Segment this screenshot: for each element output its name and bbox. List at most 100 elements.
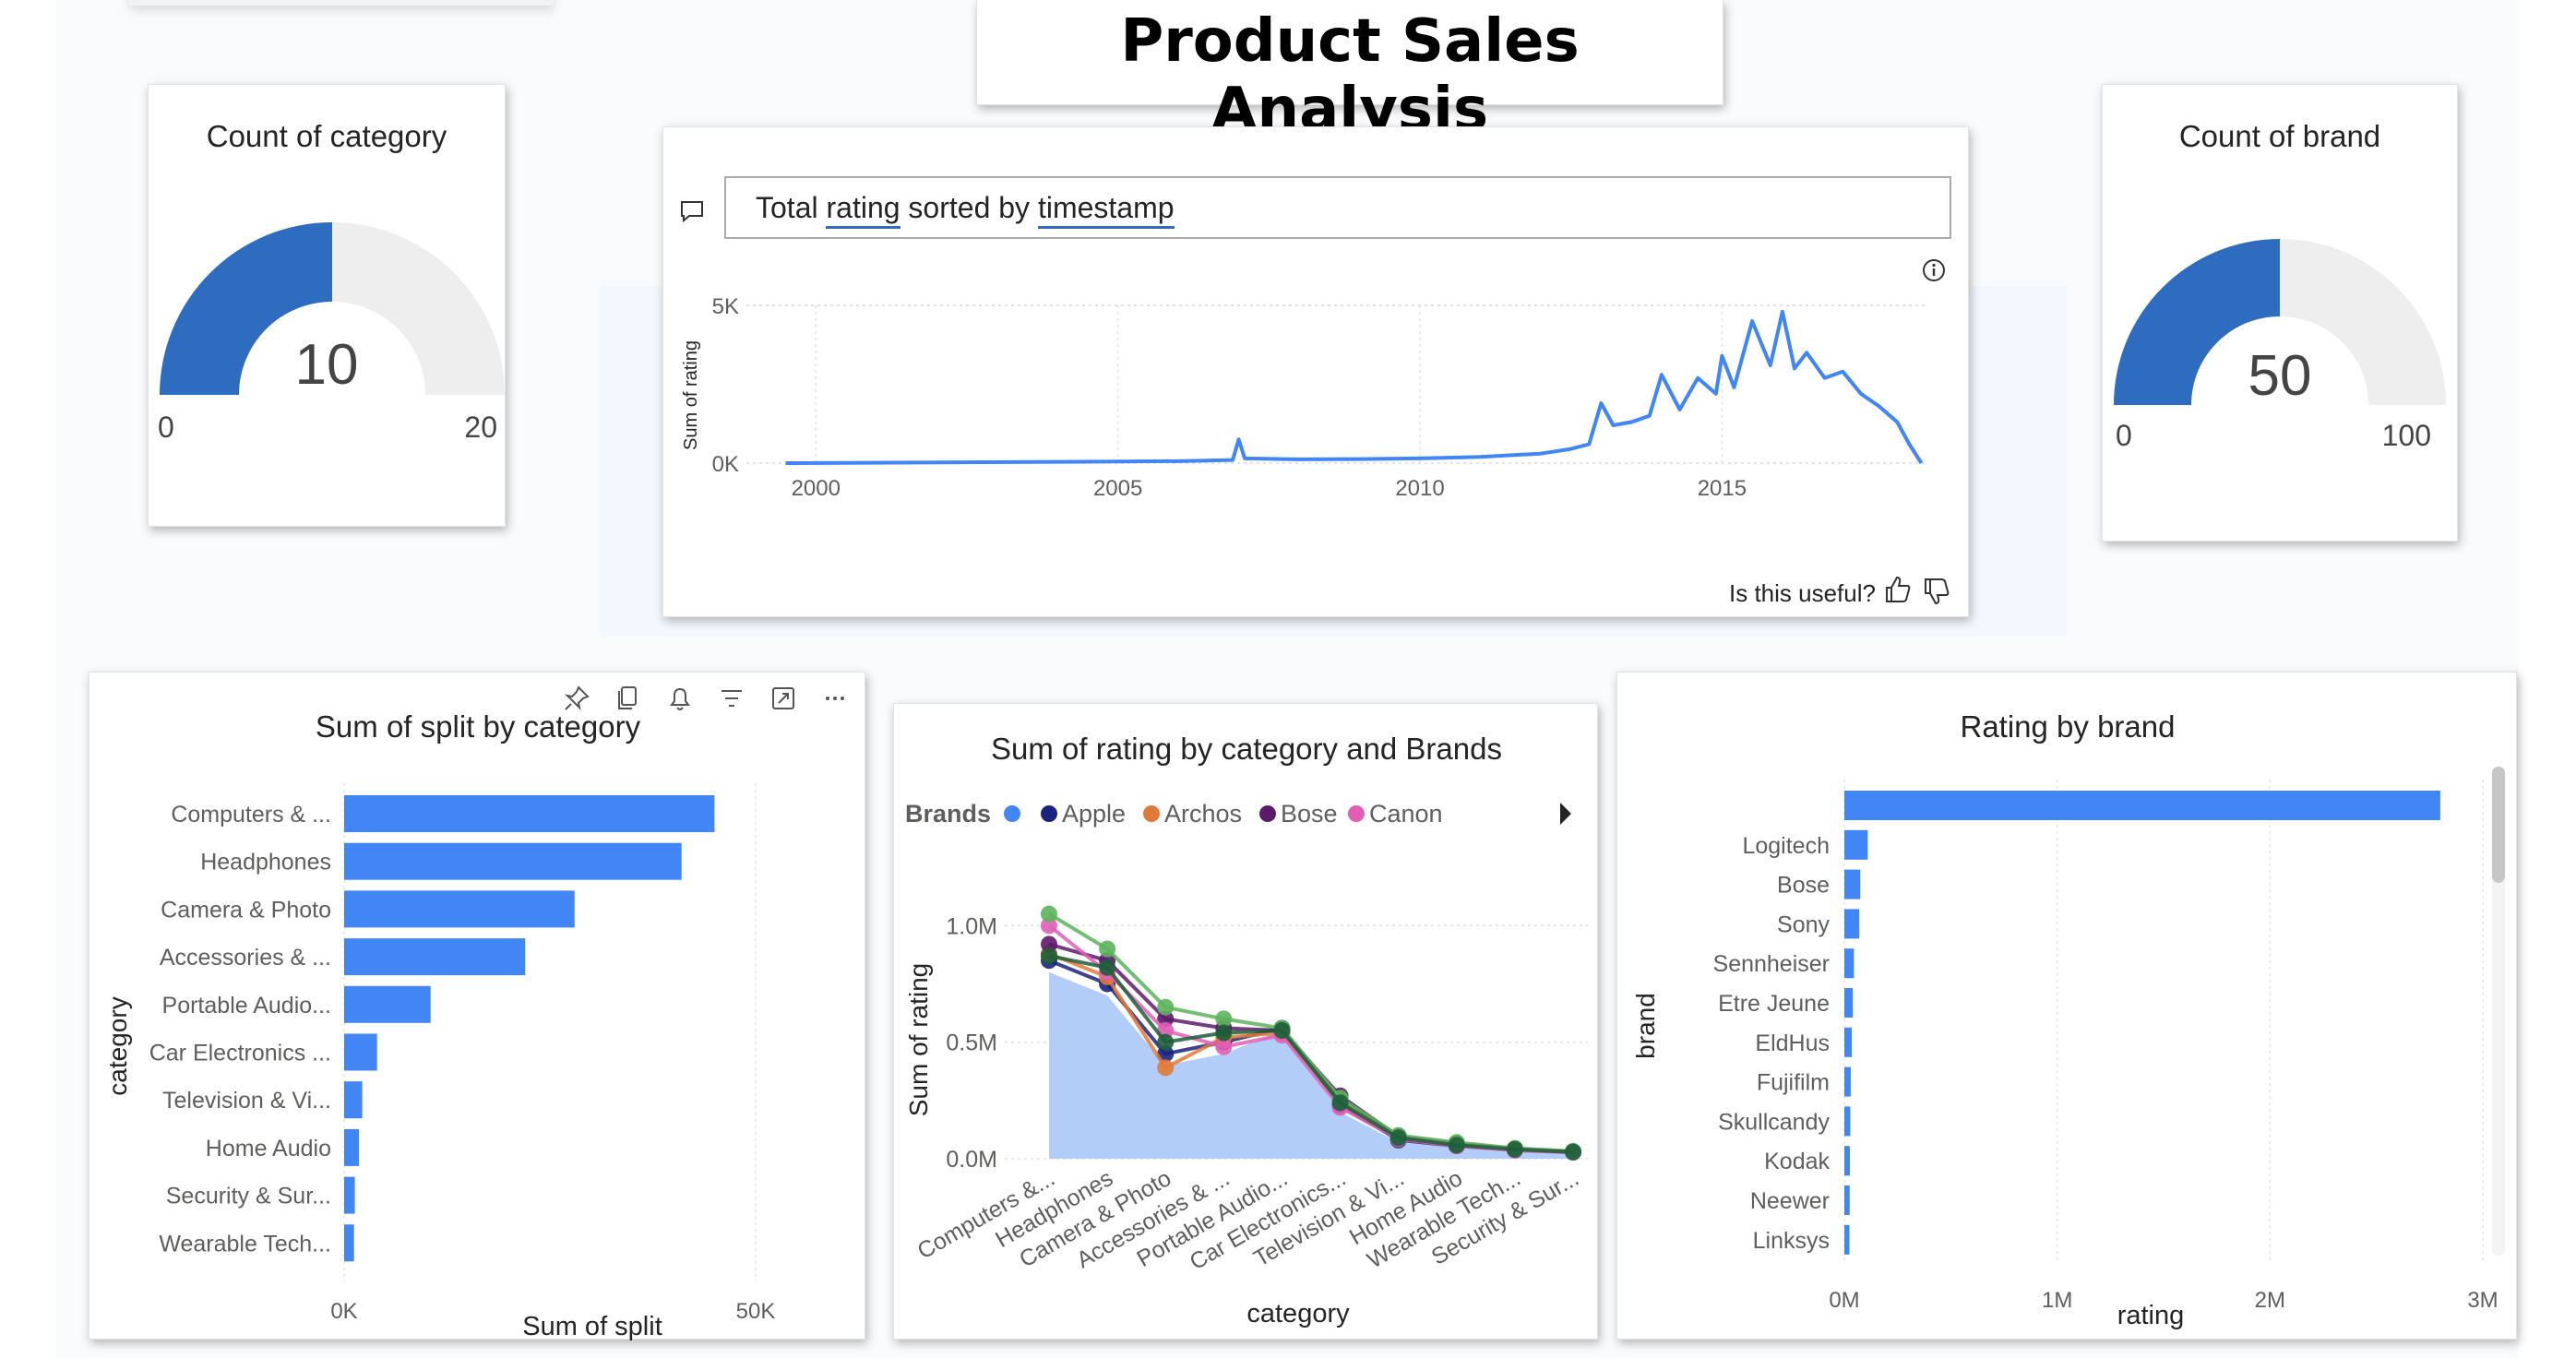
gauge-brand-max: 100 xyxy=(2381,419,2431,452)
brand-chart-brand-label: Etre Jeune xyxy=(1718,991,1830,1017)
brand-chart-bar xyxy=(1844,1027,1853,1057)
split-chart-x-tick: 50K xyxy=(736,1299,776,1324)
legend-marker xyxy=(1259,805,1276,822)
legend-item-label: Bose xyxy=(1281,800,1338,828)
thumbs-up-icon[interactable] xyxy=(1883,574,1913,605)
area-chart-point xyxy=(1099,940,1116,958)
qna-question-prefix: Total xyxy=(756,191,818,224)
chat-icon[interactable] xyxy=(678,197,706,225)
brand-chart-x-tick: 0M xyxy=(1829,1288,1859,1313)
split-chart-x-label: Sum of split xyxy=(522,1312,662,1340)
line-chart-series xyxy=(785,309,1924,465)
partial-card xyxy=(129,0,554,6)
area-chart-point xyxy=(1157,998,1175,1016)
split-chart-category-label: Home Audio xyxy=(206,1136,331,1161)
area-chart-title: Sum of rating by category and Brands xyxy=(991,732,1502,766)
brand-chart-x-tick: 2M xyxy=(2255,1288,2285,1313)
split-chart-x-tick: 0K xyxy=(330,1299,357,1324)
brand-chart-brand-label: EldHus xyxy=(1755,1030,1830,1056)
brand-chart-bar xyxy=(1844,948,1854,979)
rating-by-brand-bar-chart[interactable]: Rating by brand 0M 1M 2M 3M Logitech Bose Sony S… xyxy=(1617,673,2518,1340)
brand-chart-brand-label: Linksys xyxy=(1753,1228,1830,1254)
qna-term-timestamp[interactable]: timestamp xyxy=(1037,191,1175,229)
area-chart-point xyxy=(1041,947,1057,965)
area-chart-x-label: category xyxy=(1246,1299,1350,1328)
split-chart-category-label: Accessories & ... xyxy=(160,945,331,971)
legend-marker xyxy=(1348,805,1365,822)
rating-by-brand-card[interactable]: Rating by brand 0M 1M 2M 3M Logitech Bose Sony S… xyxy=(1616,672,2517,1340)
split-chart-category-label: Camera & Photo xyxy=(161,897,331,923)
area-chart-point xyxy=(1099,959,1116,976)
area-chart-point xyxy=(1157,1059,1175,1077)
brand-chart-x-tick: 1M xyxy=(2042,1288,2072,1313)
gauge-category-value: 10 xyxy=(294,333,359,397)
area-chart-y-tick: 1.0M xyxy=(946,913,997,939)
report-title-card: Product Sales Analysis xyxy=(976,0,1723,144)
area-chart-point xyxy=(1157,1033,1175,1051)
split-chart-bar xyxy=(344,1033,377,1071)
area-chart-point xyxy=(1331,1094,1349,1112)
legend-next-arrow xyxy=(1560,803,1571,825)
brand-chart-brand-label: Neewer xyxy=(1750,1188,1830,1214)
area-chart-point xyxy=(1506,1140,1523,1158)
thumbs-down-icon[interactable] xyxy=(1922,576,1951,607)
split-chart-bar xyxy=(344,1081,363,1119)
brand-chart-bar xyxy=(1844,1106,1851,1137)
split-chart-category-label: Portable Audio... xyxy=(162,993,331,1018)
info-icon[interactable] xyxy=(1920,256,1948,284)
split-chart-category-label: Television & Vi... xyxy=(162,1088,331,1114)
brand-chart-bar xyxy=(1844,1066,1851,1097)
gauge-category-min: 0 xyxy=(158,411,174,444)
split-chart-bar xyxy=(344,842,682,880)
brand-chart-brand-label: Skullcandy xyxy=(1718,1109,1830,1135)
legend-marker xyxy=(1004,805,1020,822)
rating-by-category-area-chart[interactable]: Sum of rating by category and Brands Bran… xyxy=(894,704,1599,1340)
split-chart-category-label: Wearable Tech... xyxy=(159,1231,331,1257)
qna-question-middle: sorted by xyxy=(908,191,1031,224)
split-chart-bar xyxy=(344,985,431,1023)
split-by-category-bar-chart[interactable]: Sum of split by category 0K 50K Computers &… xyxy=(89,673,866,1340)
brand-chart-title: Rating by brand xyxy=(1961,709,2176,744)
split-chart-title: Sum of split by category xyxy=(316,709,641,744)
brand-chart-brand-label: Sony xyxy=(1777,911,1830,937)
brand-chart-bar xyxy=(1844,869,1861,899)
area-chart-y-tick: 0.0M xyxy=(946,1147,997,1173)
scrollbar-thumb[interactable] xyxy=(2492,767,2505,883)
brand-chart-bar xyxy=(1844,1185,1850,1215)
area-chart-point xyxy=(1565,1143,1581,1161)
brand-chart-x-tick: 3M xyxy=(2467,1288,2498,1313)
brand-chart-brand-label: Kodak xyxy=(1764,1149,1830,1174)
brand-chart-bar xyxy=(1844,829,1868,860)
gauge-category-card[interactable]: Count of category 10 0 20 xyxy=(148,84,506,527)
qna-term-rating[interactable]: rating xyxy=(826,191,900,229)
feedback-label: Is this useful? xyxy=(1729,579,1876,607)
qna-question-input[interactable]: Total rating sorted by timestamp xyxy=(724,176,1951,239)
legend-title: Brands xyxy=(905,800,991,828)
brand-chart-brand-label: Bose xyxy=(1777,873,1830,899)
area-chart-point xyxy=(1273,1022,1291,1039)
gauge-brand-card[interactable]: Count of brand 50 0 100 xyxy=(2102,84,2458,542)
brand-chart-bar xyxy=(1844,1224,1850,1255)
legend-item-label: Canon xyxy=(1369,800,1443,828)
area-chart-y-tick: 0.5M xyxy=(946,1030,997,1056)
split-chart-category-label: Computers & ... xyxy=(171,802,331,828)
line-chart-y-tick: 5K xyxy=(712,294,739,319)
line-chart-x-tick: 2000 xyxy=(792,476,841,501)
split-chart-bar xyxy=(344,795,715,832)
split-chart-category-label: Security & Sur... xyxy=(166,1184,331,1209)
brand-chart-brand-label: Logitech xyxy=(1742,833,1830,859)
legend-item-label: Archos xyxy=(1164,800,1242,828)
split-chart-category-label: Headphones xyxy=(200,850,331,876)
area-chart-point xyxy=(1041,905,1057,923)
gauge-category-max: 20 xyxy=(464,411,497,444)
qna-card[interactable]: Total rating sorted by timestamp 0K 5K 200… xyxy=(662,126,1969,617)
legend-marker xyxy=(1143,805,1160,822)
gauge-brand-min: 0 xyxy=(2116,419,2132,452)
rating-by-category-brands-card[interactable]: Sum of rating by category and Brands Bran… xyxy=(893,703,1598,1340)
split-chart-bar xyxy=(344,1176,355,1214)
brand-chart-bar xyxy=(1844,988,1854,1018)
rating-over-time-line-chart[interactable]: 0K 5K 2000 2005 2010 2015 Sum of rating xyxy=(663,293,1970,570)
split-by-category-card[interactable]: Sum of split by category 0K 50K Computers &… xyxy=(89,672,865,1340)
brand-chart-brand-label: Sennheiser xyxy=(1713,951,1830,977)
brand-chart-bar xyxy=(1844,1146,1850,1176)
